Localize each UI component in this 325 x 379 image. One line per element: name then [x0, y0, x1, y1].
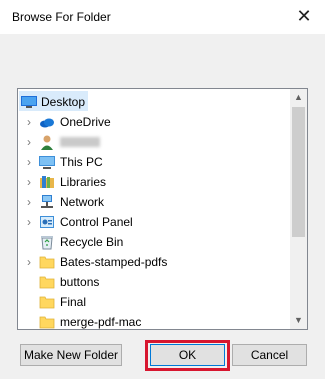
- recycle-bin-icon: [39, 234, 55, 250]
- cloud-icon: [39, 114, 55, 130]
- tree-item-network[interactable]: › Network: [19, 192, 291, 212]
- folder-tree[interactable]: Desktop › OneDrive › › This PC › Librari…: [17, 88, 308, 330]
- title-bar: Browse For Folder ✕: [0, 0, 325, 34]
- tree-item-folder[interactable]: buttons: [19, 272, 291, 292]
- desktop-icon: [21, 94, 37, 110]
- chevron-right-icon[interactable]: ›: [23, 115, 35, 129]
- cancel-button[interactable]: Cancel: [232, 344, 307, 366]
- network-icon: [39, 194, 55, 210]
- tree-item-folder[interactable]: Final: [19, 292, 291, 312]
- scroll-down-icon[interactable]: ▼: [290, 312, 307, 329]
- tree-item-label: Bates-stamped-pdfs: [60, 255, 168, 269]
- tree-item-label: Desktop: [41, 95, 86, 109]
- tree-item-recycle-bin[interactable]: Recycle Bin: [19, 232, 291, 252]
- tree-item-user[interactable]: ›: [19, 132, 291, 152]
- tree-item-label-blurred: [60, 137, 100, 147]
- chevron-right-icon[interactable]: ›: [23, 255, 35, 269]
- tree-item-label: Libraries: [60, 175, 107, 189]
- tree-item-folder[interactable]: merge-pdf-mac: [19, 312, 291, 329]
- folder-icon: [39, 274, 55, 290]
- tree-item-label: merge-pdf-mac: [60, 315, 142, 329]
- tree-item-label: Network: [60, 195, 105, 209]
- chevron-right-icon[interactable]: ›: [23, 215, 35, 229]
- tree-item-label: This PC: [60, 155, 103, 169]
- tree-item-label: Control Panel: [60, 215, 133, 229]
- tree-item-onedrive[interactable]: › OneDrive: [19, 112, 291, 132]
- vertical-scrollbar[interactable]: ▲ ▼: [290, 89, 307, 329]
- ok-button-highlight-box: [145, 340, 230, 371]
- tree-item-label: OneDrive: [60, 115, 111, 129]
- tree-item-this-pc[interactable]: › This PC: [19, 152, 291, 172]
- tree-item-label: Final: [60, 295, 87, 309]
- make-new-folder-button[interactable]: Make New Folder: [20, 344, 122, 366]
- tree-item-folder[interactable]: › Bates-stamped-pdfs: [19, 252, 291, 272]
- control-panel-icon: [39, 214, 55, 230]
- chevron-right-icon[interactable]: ›: [23, 135, 35, 149]
- close-icon[interactable]: ✕: [293, 5, 315, 27]
- tree-item-libraries[interactable]: › Libraries: [19, 172, 291, 192]
- chevron-right-icon[interactable]: ›: [23, 155, 35, 169]
- scroll-up-icon[interactable]: ▲: [290, 89, 307, 106]
- dialog-title: Browse For Folder: [12, 10, 111, 24]
- library-icon: [39, 174, 55, 190]
- folder-icon: [39, 314, 55, 329]
- tree-item-label: Recycle Bin: [60, 235, 124, 249]
- folder-icon: [39, 294, 55, 310]
- scroll-thumb[interactable]: [292, 107, 305, 237]
- pc-icon: [39, 154, 55, 170]
- folder-icon: [39, 254, 55, 270]
- tree-item-desktop[interactable]: Desktop: [19, 92, 291, 112]
- chevron-right-icon[interactable]: ›: [23, 175, 35, 189]
- tree-item-control-panel[interactable]: › Control Panel: [19, 212, 291, 232]
- tree-item-label: buttons: [60, 275, 100, 289]
- chevron-right-icon[interactable]: ›: [23, 195, 35, 209]
- user-icon: [39, 134, 55, 150]
